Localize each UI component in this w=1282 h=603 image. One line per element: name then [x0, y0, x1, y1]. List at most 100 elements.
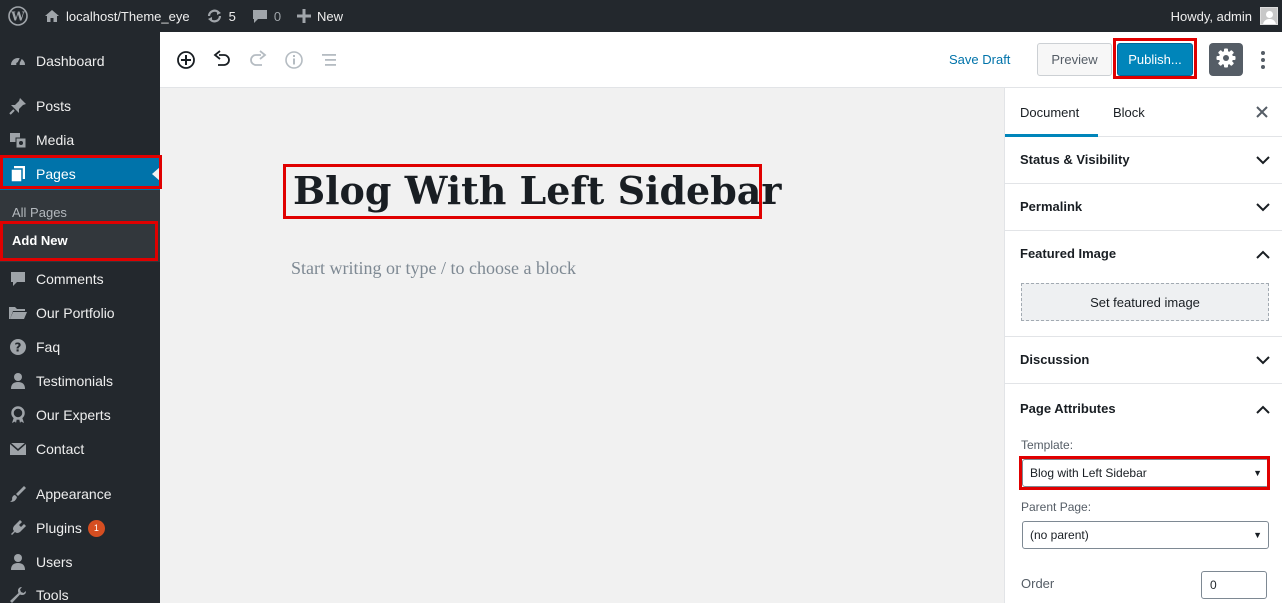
wrench-icon	[0, 586, 36, 603]
chevron-up-icon[interactable]	[1256, 402, 1270, 416]
panel-title-permalink: Permalink	[1020, 199, 1083, 214]
menu-item-pages[interactable]: Pages	[0, 157, 160, 191]
menu-item-media[interactable]: Media	[0, 123, 160, 157]
help-icon: ?	[0, 338, 36, 356]
menu-label-dashboard: Dashboard	[36, 53, 105, 69]
menu-label-media: Media	[36, 132, 75, 148]
menu-item-dashboard[interactable]: Dashboard	[0, 44, 160, 78]
greeting: Howdy, admin	[1170, 8, 1252, 24]
user-icon	[0, 372, 36, 390]
menu-item-testimonials[interactable]: Testimonials	[0, 364, 160, 398]
post-title[interactable]: Blog With Left Sidebar	[293, 168, 781, 213]
menu-item-tools[interactable]: Tools	[0, 578, 160, 603]
menu-item-our-portfolio[interactable]: Our Portfolio	[0, 296, 160, 330]
comments-count: 0	[273, 8, 282, 24]
block-navigation-icon[interactable]	[320, 50, 340, 70]
updates-link[interactable]: 5	[198, 0, 244, 32]
panel-discussion[interactable]: Discussion	[1005, 337, 1282, 384]
undo-icon[interactable]	[212, 50, 232, 70]
save-draft-button[interactable]: Save Draft	[949, 52, 1010, 67]
panel-title-status: Status & Visibility	[1020, 152, 1130, 167]
block-appender[interactable]: Start writing or type / to choose a bloc…	[291, 258, 576, 279]
parent-page-select[interactable]: (no parent) ▼	[1022, 521, 1269, 549]
add-block-icon[interactable]	[176, 50, 196, 70]
menu-item-users[interactable]: Users	[0, 545, 160, 579]
template-value: Blog with Left Sidebar	[1030, 466, 1147, 480]
svg-text:?: ?	[15, 341, 22, 355]
admin-menu: Dashboard Posts Media Pages All Pages Ad…	[0, 32, 160, 603]
refresh-icon	[206, 8, 223, 24]
menu-label-our-experts: Our Experts	[36, 407, 111, 423]
site-name-link[interactable]: localhost/Theme_eye	[36, 0, 198, 32]
menu-label-tools: Tools	[36, 587, 69, 603]
mail-icon	[0, 442, 36, 456]
order-input[interactable]: 0	[1201, 571, 1267, 599]
users-icon	[0, 553, 36, 571]
panel-permalink[interactable]: Permalink	[1005, 184, 1282, 231]
pin-icon	[0, 97, 36, 115]
menu-label-contact: Contact	[36, 441, 85, 457]
panel-status-visibility[interactable]: Status & Visibility	[1005, 137, 1282, 184]
dropdown-arrow-icon: ▼	[1253, 530, 1262, 540]
menu-item-faq[interactable]: ? Faq	[0, 330, 160, 364]
svg-text:W: W	[10, 10, 25, 24]
set-featured-image-button[interactable]: Set featured image	[1021, 283, 1269, 321]
tab-block[interactable]: Block	[1113, 88, 1145, 137]
tab-document[interactable]: Document	[1005, 88, 1098, 137]
submenu-all-pages[interactable]: All Pages	[12, 205, 67, 220]
site-name: localhost/Theme_eye	[66, 8, 190, 24]
menu-item-contact[interactable]: Contact	[0, 432, 160, 466]
submenu-add-new[interactable]: Add New	[12, 233, 68, 248]
menu-item-comments[interactable]: Comments	[0, 262, 160, 296]
parent-page-label: Parent Page:	[1021, 500, 1092, 514]
dashboard-icon	[0, 52, 36, 70]
editor-canvas: Blog With Left Sidebar Start writing or …	[160, 88, 1004, 603]
brush-icon	[0, 485, 36, 503]
chevron-up-icon[interactable]	[1256, 247, 1270, 261]
close-icon[interactable]	[1253, 103, 1271, 121]
media-icon	[0, 131, 36, 149]
menu-item-plugins[interactable]: Plugins 1	[0, 511, 160, 545]
menu-item-posts[interactable]: Posts	[0, 89, 160, 123]
new-label: New	[317, 8, 344, 24]
comment-bubble-icon	[252, 9, 268, 24]
admin-bar: W localhost/Theme_eye 5 0 New Howdy, adm…	[0, 0, 1282, 32]
account-menu[interactable]: Howdy, admin	[1163, 0, 1282, 32]
new-content-link[interactable]: New	[289, 0, 351, 32]
menu-item-appearance[interactable]: Appearance	[0, 477, 160, 511]
menu-label-users: Users	[36, 554, 73, 570]
editor-toolbar: Save Draft Preview Publish...	[160, 32, 1282, 88]
order-label: Order	[1021, 576, 1055, 591]
info-icon[interactable]	[284, 50, 304, 70]
comment-icon	[0, 270, 36, 288]
pages-submenu: All Pages Add New	[0, 190, 160, 262]
more-options-icon[interactable]	[1253, 49, 1273, 71]
menu-item-our-experts[interactable]: Our Experts	[0, 398, 160, 432]
comments-link[interactable]: 0	[244, 0, 289, 32]
folder-icon	[0, 305, 36, 321]
publish-button[interactable]: Publish...	[1117, 43, 1193, 76]
wordpress-logo-icon[interactable]: W	[0, 0, 36, 32]
sidebar-tabs: Document Block	[1005, 88, 1282, 137]
settings-button[interactable]	[1209, 43, 1243, 76]
menu-label-pages: Pages	[36, 166, 76, 182]
chevron-down-icon	[1256, 153, 1270, 167]
panel-title-page-attributes[interactable]: Page Attributes	[1020, 401, 1116, 416]
parent-page-value: (no parent)	[1030, 528, 1089, 542]
gear-icon	[1216, 48, 1236, 71]
avatar	[1260, 7, 1278, 25]
panel-title-featured-image[interactable]: Featured Image	[1020, 246, 1116, 261]
updates-count: 5	[228, 8, 236, 24]
panel-title-discussion: Discussion	[1020, 352, 1090, 367]
chevron-down-icon	[1256, 200, 1270, 214]
template-select[interactable]: Blog with Left Sidebar ▼	[1022, 459, 1269, 487]
award-icon	[0, 406, 36, 424]
settings-sidebar: Document Block Status & Visibility Perma…	[1004, 88, 1282, 603]
preview-button[interactable]: Preview	[1037, 43, 1112, 76]
menu-label-appearance: Appearance	[36, 486, 112, 502]
menu-label-comments: Comments	[36, 271, 104, 287]
pages-icon	[0, 165, 36, 183]
redo-icon[interactable]	[248, 50, 268, 70]
menu-label-posts: Posts	[36, 98, 72, 114]
order-value: 0	[1210, 578, 1217, 592]
